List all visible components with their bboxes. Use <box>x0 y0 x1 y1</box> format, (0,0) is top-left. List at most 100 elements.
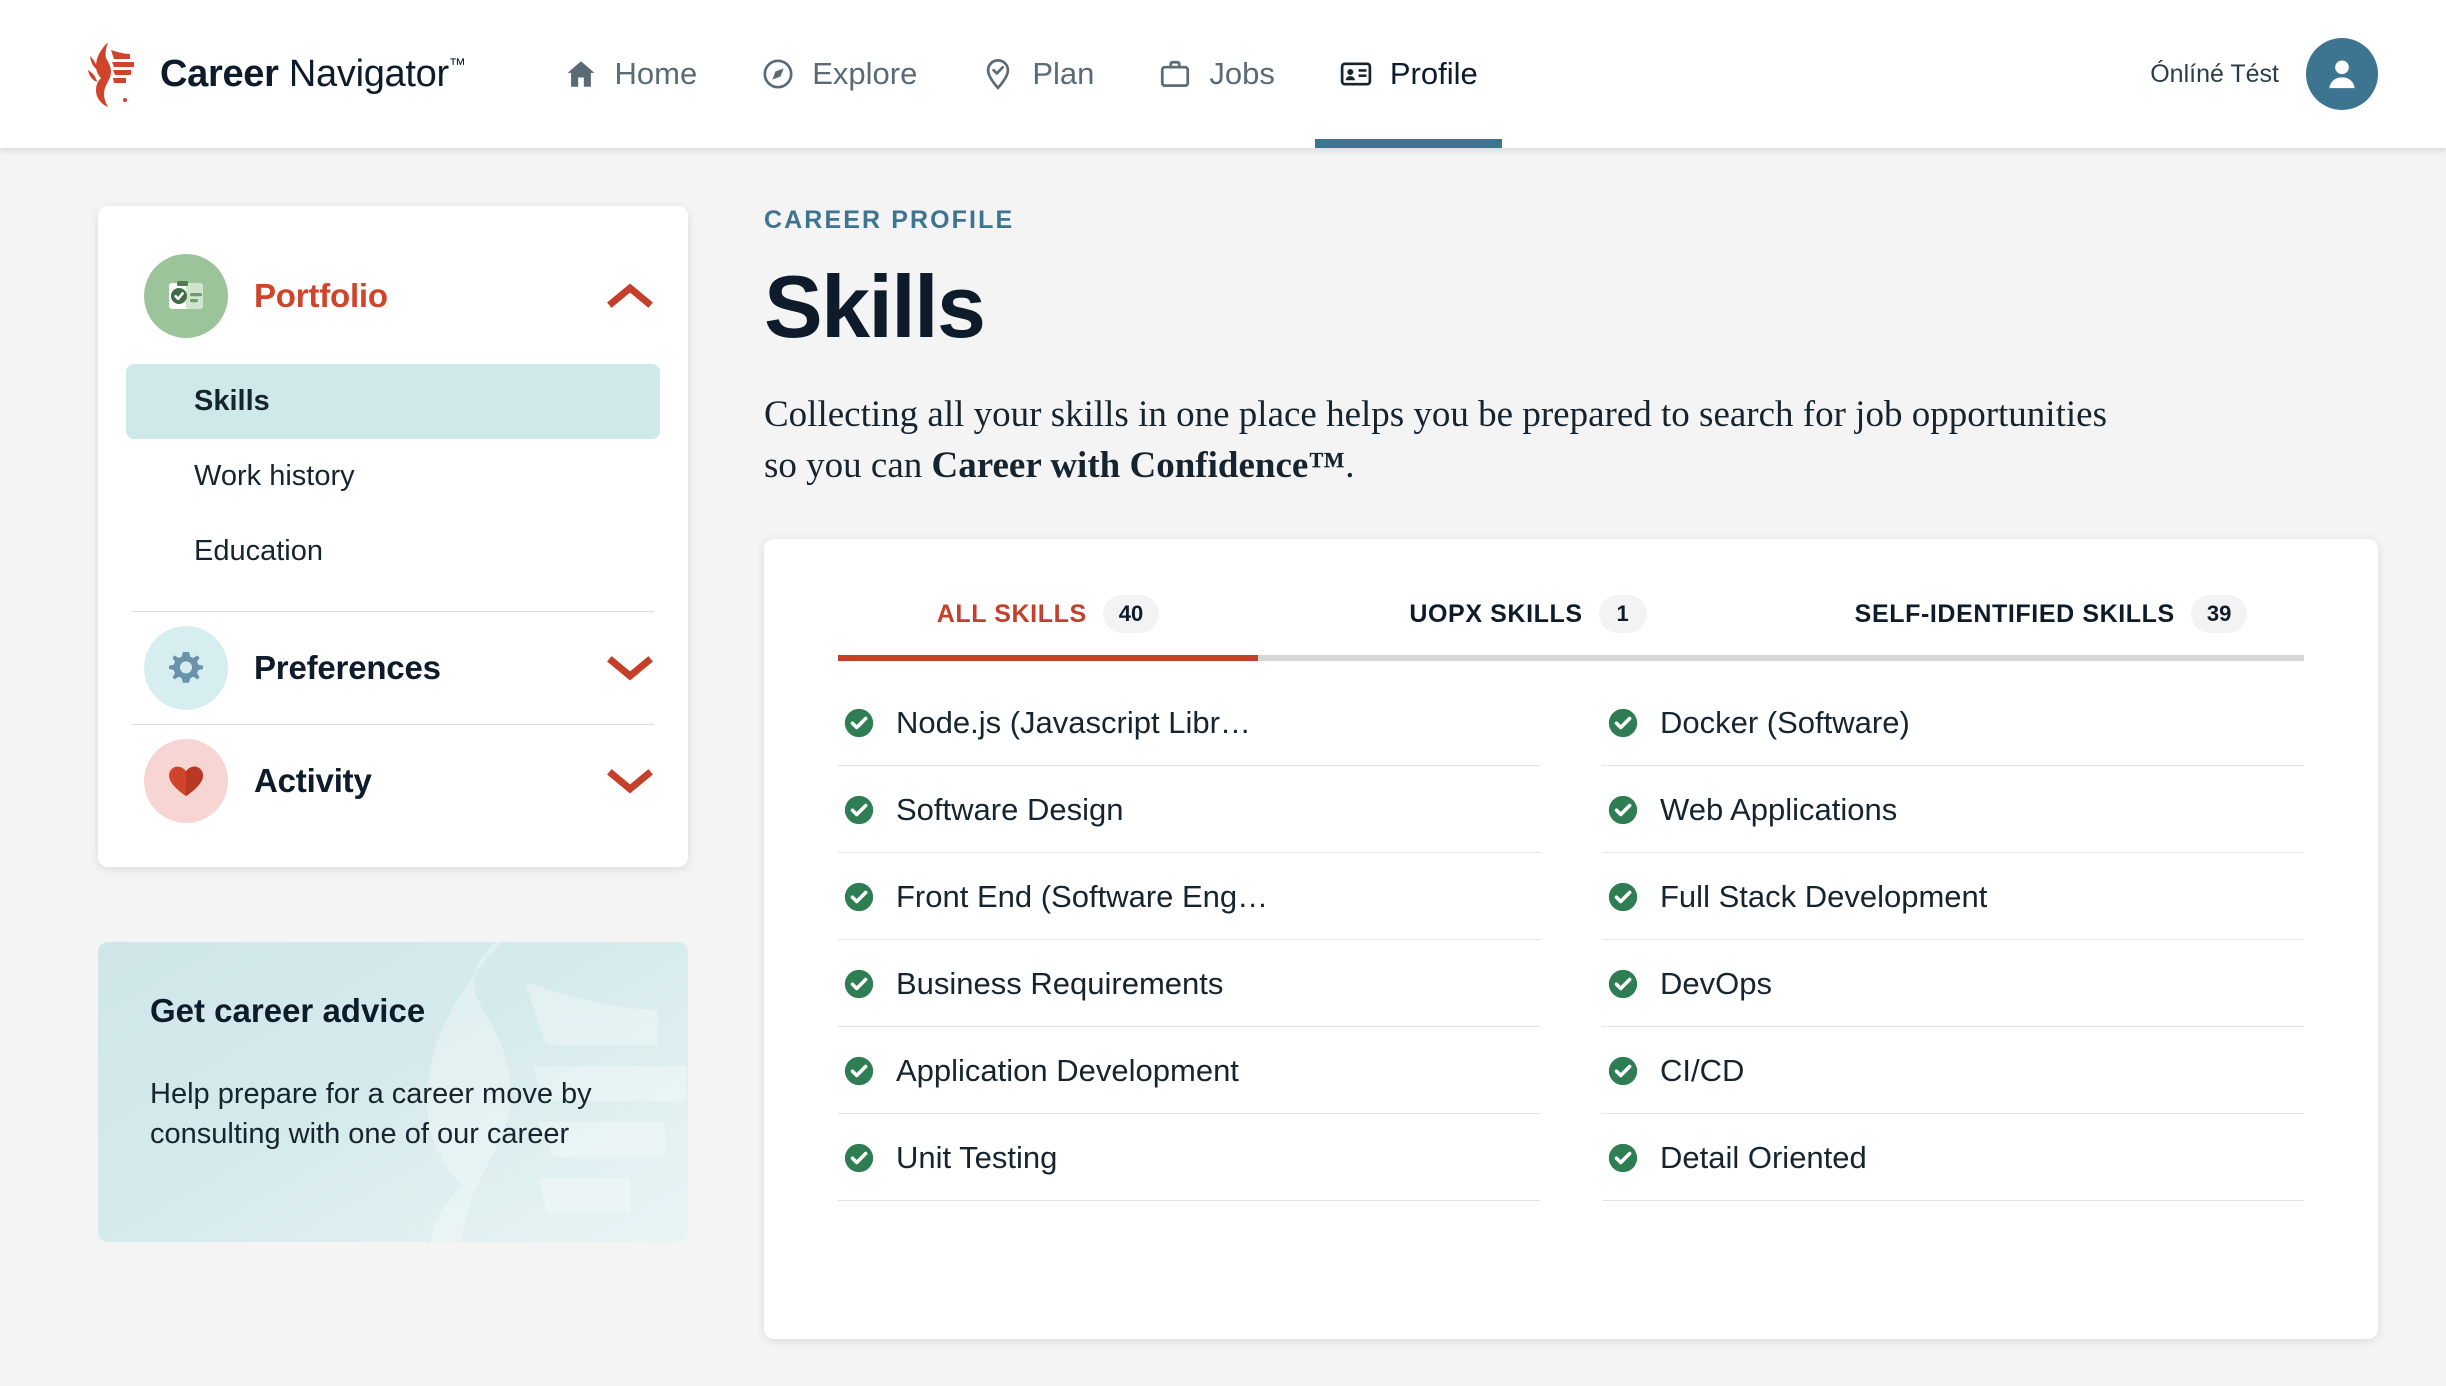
check-circle-icon <box>844 883 874 912</box>
avatar[interactable] <box>2306 38 2378 110</box>
nav-item-profile[interactable]: Profile <box>1307 0 1510 148</box>
tab-all-skills-label: ALL SKILLS <box>936 599 1087 628</box>
check-circle-icon <box>844 970 874 999</box>
skill-label: Software Design <box>896 792 1124 828</box>
brand-trademark: ™ <box>448 54 466 74</box>
tab-all-skills-count: 40 <box>1102 595 1160 634</box>
compass-icon <box>763 59 793 89</box>
skill-row[interactable]: Detail Oriented <box>1602 1114 2304 1202</box>
sidebar-item-skills[interactable]: Skills <box>126 364 660 439</box>
chevron-up-icon[interactable] <box>606 281 654 311</box>
brand-name-light: Navigator <box>288 52 449 95</box>
nav-item-home[interactable]: Home <box>532 0 730 148</box>
promo-body: Help prepare for a career move by consul… <box>150 1078 592 1151</box>
skill-label: Web Applications <box>1660 792 1898 828</box>
tab-uopx-skills-label: UOPX SKILLS <box>1409 599 1583 628</box>
sidebar-section-activity-label: Activity <box>254 762 372 799</box>
sidebar-section-portfolio-label: Portfolio <box>254 277 388 314</box>
brand-name-bold: Career <box>160 52 279 95</box>
skill-label: CI/CD <box>1660 1053 1745 1089</box>
nav-item-plan[interactable]: Plan <box>949 0 1126 148</box>
tab-self-identified-skills-label: SELF-IDENTIFIED SKILLS <box>1854 599 2175 628</box>
nav-item-jobs-label: Jobs <box>1209 56 1275 91</box>
tab-uopx-skills[interactable]: UOPX SKILLS 1 <box>1258 595 1798 662</box>
skill-label: Unit Testing <box>896 1140 1058 1176</box>
check-circle-icon <box>1608 1144 1638 1173</box>
skill-row[interactable]: Web Applications <box>1602 766 2304 854</box>
skill-row[interactable]: Node.js (Javascript Libr… <box>838 679 1540 767</box>
nav-item-jobs[interactable]: Jobs <box>1126 0 1306 148</box>
skill-label: Docker (Software) <box>1660 705 1910 741</box>
check-circle-icon <box>1608 970 1638 999</box>
sidebar-item-education[interactable]: Education <box>126 514 660 589</box>
main-content: CAREER PROFILE Skills Collecting all you… <box>688 206 2446 1340</box>
skill-row[interactable]: Application Development <box>838 1027 1540 1115</box>
home-icon <box>567 61 594 87</box>
skill-row[interactable]: DevOps <box>1602 940 2304 1028</box>
breadcrumb-eyebrow: CAREER PROFILE <box>764 206 1015 234</box>
nav-item-plan-label: Plan <box>1032 56 1095 91</box>
check-circle-icon <box>844 1057 874 1086</box>
nav-item-explore[interactable]: Explore <box>729 0 949 148</box>
chevron-down-icon[interactable] <box>606 766 654 796</box>
skill-row[interactable]: Business Requirements <box>838 940 1540 1028</box>
sidebar-section-preferences-label: Preferences <box>254 649 441 686</box>
id-card-icon <box>1340 62 1372 86</box>
skill-row[interactable]: Docker (Software) <box>1602 679 2304 767</box>
sidebar: Portfolio Skills Work history Education <box>98 206 688 1242</box>
heart-icon <box>144 739 228 823</box>
page-title: Skills <box>764 257 986 356</box>
skills-card: ALL SKILLS 40 UOPX SKILLS 1 SELF-IDENTIF… <box>764 539 2378 1340</box>
sidebar-card: Portfolio Skills Work history Education <box>98 206 688 867</box>
sidebar-section-activity[interactable]: Activity <box>126 725 660 837</box>
check-circle-icon <box>844 796 874 825</box>
page-description-emphasis: Career with Confidence™ <box>931 445 1346 487</box>
check-circle-icon <box>1608 1057 1638 1086</box>
check-circle-icon <box>844 709 874 738</box>
person-icon <box>2329 60 2355 89</box>
promo-title: Get career advice <box>150 992 426 1029</box>
nav-item-explore-label: Explore <box>812 56 918 91</box>
phoenix-logo-icon <box>88 42 134 107</box>
page-body: Portfolio Skills Work history Education <box>0 148 2446 1386</box>
skill-label: Full Stack Development <box>1660 879 1988 915</box>
portfolio-badge-icon <box>144 254 228 338</box>
skill-label: DevOps <box>1660 966 1772 1002</box>
nav-item-profile-label: Profile <box>1389 56 1478 91</box>
tab-all-skills[interactable]: ALL SKILLS 40 <box>838 595 1258 662</box>
sidebar-section-portfolio[interactable]: Portfolio <box>126 240 660 352</box>
check-circle-icon <box>844 1144 874 1173</box>
brand-logo-link[interactable]: Career Navigator™ <box>78 40 466 108</box>
career-advice-promo-card[interactable]: Get career advice Help prepare for a car… <box>98 942 688 1242</box>
briefcase-icon <box>1161 60 1190 87</box>
skill-label: Detail Oriented <box>1660 1140 1867 1176</box>
tab-self-identified-skills[interactable]: SELF-IDENTIFIED SKILLS 39 <box>1798 595 2304 662</box>
nav-item-home-label: Home <box>614 56 698 91</box>
sidebar-item-work-history[interactable]: Work history <box>126 439 660 514</box>
skill-label: Business Requirements <box>896 966 1224 1002</box>
brand-name: Career Navigator™ <box>160 53 466 96</box>
header-user-area: Ónlíné Tést <box>2150 38 2378 110</box>
skill-row[interactable]: Front End (Software Eng… <box>838 853 1540 941</box>
skills-list: Node.js (Javascript Libr… Docker (Softwar… <box>838 661 2304 1202</box>
tab-uopx-skills-count: 1 <box>1598 595 1647 634</box>
gear-icon <box>144 626 228 710</box>
main-navigation: Home Explore Plan Jobs Profile <box>532 0 1510 148</box>
skills-tabs: ALL SKILLS 40 UOPX SKILLS 1 SELF-IDENTIF… <box>838 539 2304 662</box>
pin-check-icon <box>987 59 1010 90</box>
tab-self-identified-skills-count: 39 <box>2190 595 2248 634</box>
skill-row[interactable]: Unit Testing <box>838 1114 1540 1202</box>
skill-label: Application Development <box>896 1053 1239 1089</box>
sidebar-section-preferences[interactable]: Preferences <box>126 612 660 724</box>
page-description: Collecting all your skills in one place … <box>764 389 2124 491</box>
check-circle-icon <box>1608 709 1638 738</box>
user-name: Ónlíné Tést <box>2150 59 2279 88</box>
chevron-down-icon[interactable] <box>606 653 654 683</box>
skill-label: Node.js (Javascript Libr… <box>896 705 1251 741</box>
check-circle-icon <box>1608 883 1638 912</box>
skill-label: Front End (Software Eng… <box>896 879 1269 915</box>
check-circle-icon <box>1608 796 1638 825</box>
skill-row[interactable]: Full Stack Development <box>1602 853 2304 941</box>
skill-row[interactable]: CI/CD <box>1602 1027 2304 1115</box>
skill-row[interactable]: Software Design <box>838 766 1540 854</box>
